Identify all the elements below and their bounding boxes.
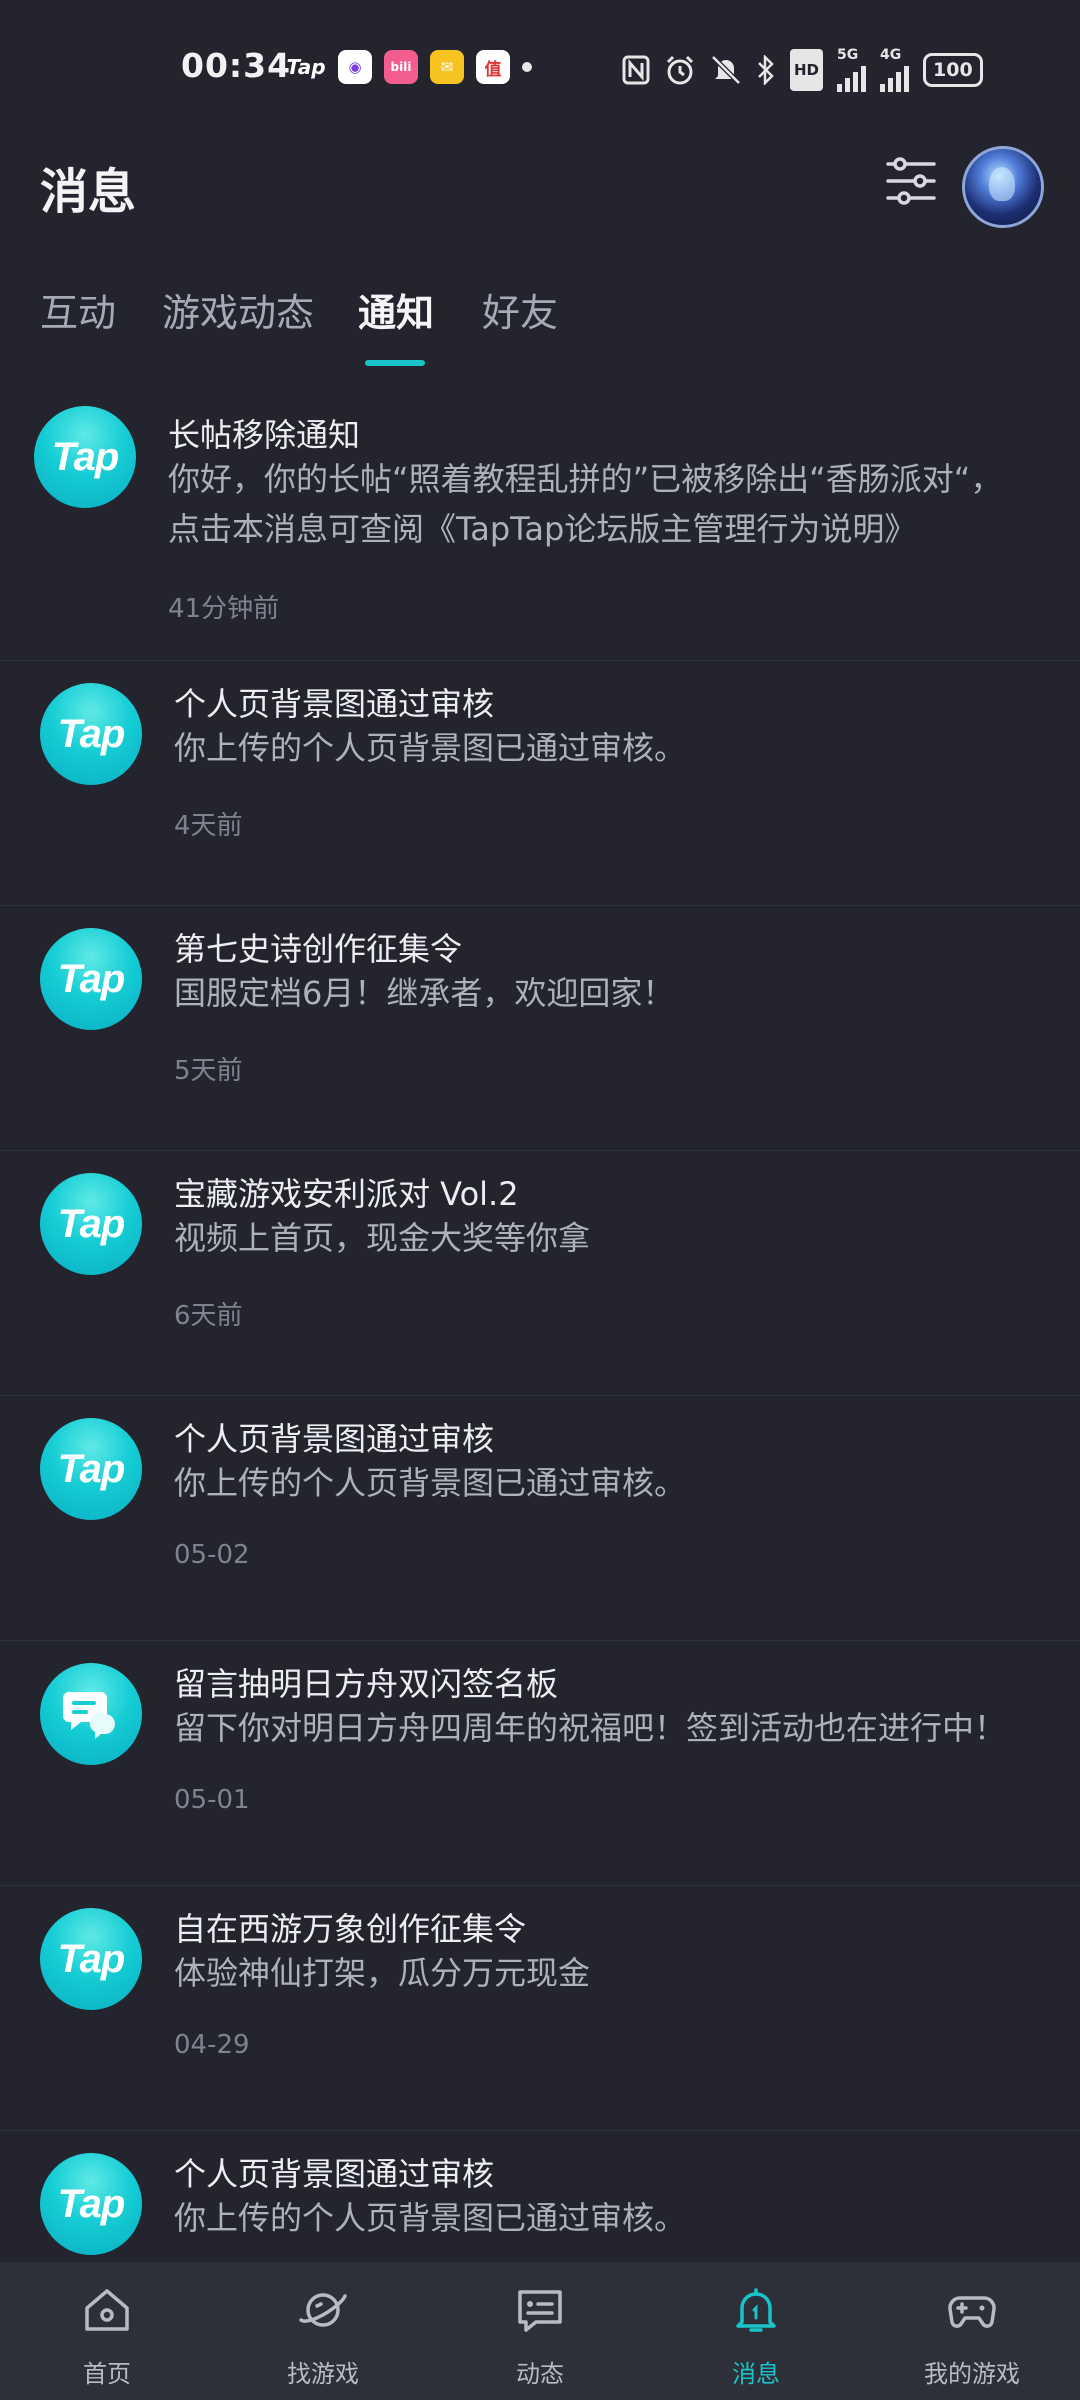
notification-time: 4天前 [174, 811, 243, 841]
notification-body: 视频上首页，现金大奖等你拿 [174, 1219, 591, 1257]
message-tabs: 互动 游戏动态 通知 好友 [0, 282, 1080, 372]
home-icon [85, 2289, 129, 2331]
list-item[interactable]: 留言抽明日方舟双闪签名板 留下你对明日方舟四周年的祝福吧！签到活动也在进行中！ … [0, 1641, 1080, 1886]
nav-label: 动态 [516, 2360, 564, 2388]
nav-label: 找游戏 [287, 2360, 359, 2388]
notification-title: 个人页背景图通过审核 [174, 1420, 495, 1458]
tab-friends[interactable]: 好友 [482, 282, 558, 337]
bottom-navigation: 首页 找游戏 动态 消息 我的游戏 [0, 2262, 1080, 2400]
list-item[interactable]: Tap 第七史诗创作征集令 国服定档6月！继承者，欢迎回家！ 5天前 [0, 906, 1080, 1151]
list-item[interactable]: Tap 个人页背景图通过审核 你上传的个人页背景图已通过审核。 4天前 [0, 661, 1080, 906]
notification-time: 41分钟前 [168, 594, 280, 624]
chat-bubble-icon [40, 1663, 142, 1765]
taptap-logo-icon: Tap [34, 406, 136, 508]
notification-body: 你上传的个人页背景图已通过审核。 [174, 2199, 687, 2237]
bell-icon [736, 2288, 776, 2332]
nav-label: 消息 [732, 2360, 780, 2388]
status-app-icons: Tap ◉ bili ✉ 值 [286, 50, 510, 84]
status-indicators: HD 5G 4G 100 [622, 48, 983, 92]
list-item[interactable]: Tap 长帖移除通知 你好，你的长帖“照着教程乱拼的”已被移除出“香肠派对“，点… [0, 392, 1080, 661]
mute-icon [710, 52, 742, 88]
signal-5g-icon: 5G [837, 48, 867, 92]
nav-discover-games[interactable]: 找游戏 [253, 2262, 393, 2400]
taptap-logo-icon: Tap [40, 1908, 142, 2010]
nav-messages[interactable]: 消息 [686, 2262, 826, 2400]
tab-notifications[interactable]: 通知 [358, 282, 434, 337]
taptap-logo-icon: Tap [40, 2153, 142, 2255]
feed-icon [518, 2290, 562, 2332]
battery-indicator: 100 [923, 53, 983, 87]
tab-game-news[interactable]: 游戏动态 [162, 282, 314, 337]
active-tab-indicator [365, 360, 425, 366]
nav-feed[interactable]: 动态 [470, 2262, 610, 2400]
notification-title: 自在西游万象创作征集令 [174, 1910, 527, 1948]
list-item[interactable]: Tap 宝藏游戏安利派对 Vol.2 视频上首页，现金大奖等你拿 6天前 [0, 1151, 1080, 1396]
nav-my-games[interactable]: 我的游戏 [902, 2262, 1042, 2400]
notification-title: 长帖移除通知 [168, 416, 361, 454]
hd-icon: HD [790, 49, 824, 91]
more-notifications-dot [522, 62, 532, 72]
bilibili-app-icon: bili [384, 50, 418, 84]
bluetooth-icon [756, 52, 776, 88]
taptap-logo-icon: Tap [40, 928, 142, 1030]
notification-body: 国服定档6月！继承者，欢迎回家！ [174, 974, 675, 1012]
planet-icon [299, 2293, 347, 2327]
notification-time: 05-01 [174, 1785, 250, 1815]
notification-body: 你好，你的长帖“照着教程乱拼的”已被移除出“香肠派对“，点击本消息可查阅《Tap… [168, 460, 1003, 548]
notification-body: 体验神仙打架，瓜分万元现金 [174, 1954, 591, 1992]
tab-interaction[interactable]: 互动 [40, 282, 116, 337]
filter-settings-button[interactable] [884, 154, 938, 208]
notification-title: 留言抽明日方舟双闪签名板 [174, 1665, 559, 1703]
gamepad-icon [948, 2296, 996, 2328]
notification-body: 你上传的个人页背景图已通过审核。 [174, 729, 687, 767]
notification-body: 留下你对明日方舟四周年的祝福吧！签到活动也在进行中！ [174, 1709, 1007, 1747]
notification-time: 04-29 [174, 2030, 250, 2060]
notification-time: 05-02 [174, 1540, 250, 1570]
taptap-logo-icon: Tap [40, 1173, 142, 1275]
nfc-icon [622, 52, 650, 88]
nav-label: 我的游戏 [924, 2360, 1020, 2388]
notification-title: 个人页背景图通过审核 [174, 685, 495, 723]
notification-app-icon: ◉ [338, 50, 372, 84]
signal-4g-icon: 4G [880, 48, 910, 92]
nav-home[interactable]: 首页 [37, 2262, 177, 2400]
sliders-icon [886, 157, 936, 205]
notification-title: 第七史诗创作征集令 [174, 930, 463, 968]
page-title: 消息 [40, 164, 137, 220]
user-avatar[interactable] [962, 146, 1044, 228]
list-item[interactable]: Tap 个人页背景图通过审核 你上传的个人页背景图已通过审核。 05-02 [0, 1396, 1080, 1641]
notification-time: 6天前 [174, 1301, 243, 1331]
deals-app-icon: 值 [476, 50, 510, 84]
list-item[interactable]: Tap 自在西游万象创作征集令 体验神仙打架，瓜分万元现金 04-29 [0, 1886, 1080, 2131]
taptap-logo-icon: Tap [40, 683, 142, 785]
notification-title: 个人页背景图通过审核 [174, 2155, 495, 2193]
taptap-app-icon: Tap [286, 55, 326, 79]
status-time: 00:34 [181, 46, 292, 85]
alarm-icon [664, 52, 696, 88]
notification-time: 5天前 [174, 1056, 243, 1086]
notification-body: 你上传的个人页背景图已通过审核。 [174, 1464, 687, 1502]
notification-list: Tap 长帖移除通知 你好，你的长帖“照着教程乱拼的”已被移除出“香肠派对“，点… [0, 392, 1080, 2375]
notification-title: 宝藏游戏安利派对 Vol.2 [174, 1175, 519, 1213]
nav-label: 首页 [83, 2360, 131, 2388]
status-bar: 00:34 Tap ◉ bili ✉ 值 HD 5G 4G 100 [0, 0, 1080, 136]
mail-app-icon: ✉ [430, 50, 464, 84]
taptap-logo-icon: Tap [40, 1418, 142, 1520]
